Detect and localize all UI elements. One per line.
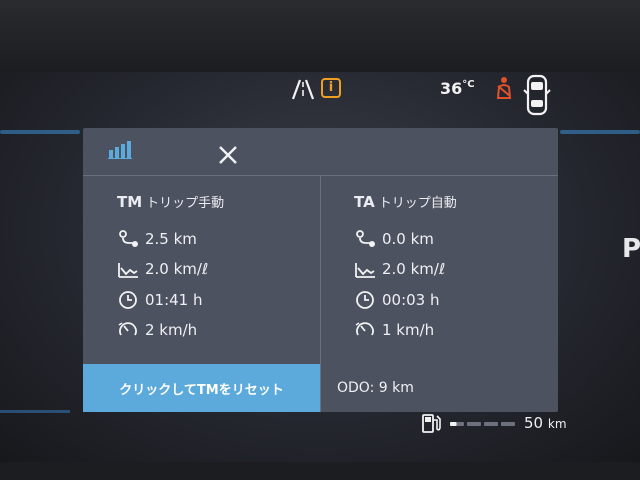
trip-manual-label: トリップ手動 bbox=[146, 196, 225, 211]
bar-chart-icon[interactable] bbox=[108, 139, 132, 159]
fuel-level-gauge bbox=[450, 422, 515, 426]
range-value: 50 bbox=[524, 414, 544, 432]
consumption-graph-icon bbox=[118, 263, 138, 278]
trip-manual-title: TM トリップ手動 bbox=[117, 192, 224, 211]
trip-auto-time: 00:03 h bbox=[382, 291, 440, 309]
speedometer-icon bbox=[118, 322, 137, 336]
trip-auto-code: TA bbox=[354, 193, 375, 211]
trip-manual-speed-row: 2 km/h bbox=[117, 318, 197, 342]
trip-manual-consumption-row: 2.0 km/ℓ bbox=[117, 257, 208, 281]
ambient-light-right bbox=[560, 130, 640, 134]
trip-manual-time-row: 01:41 h bbox=[117, 288, 203, 312]
speedometer-icon bbox=[355, 322, 374, 336]
ambient-light-bottom-left bbox=[0, 410, 70, 413]
lane-assist-icon bbox=[291, 79, 315, 100]
trip-manual-column: TM トリップ手動 2.5 km 2.0 km/ℓ 01:41 h 2 km/h bbox=[83, 176, 320, 366]
fuel-pump-icon bbox=[422, 414, 441, 433]
temperature-value: 36 bbox=[440, 79, 463, 98]
trip-auto-distance-row: 0.0 km bbox=[354, 227, 434, 251]
panel-header bbox=[83, 128, 558, 176]
info-warning-icon: i bbox=[321, 78, 341, 98]
clock-icon bbox=[356, 291, 374, 309]
trip-auto-consumption-row: 2.0 km/ℓ bbox=[354, 257, 445, 281]
fuel-gauge-segment bbox=[467, 422, 481, 426]
trip-auto-column: TA トリップ自動 0.0 km 2.0 km/ℓ 00:03 h 1 km/h bbox=[321, 176, 558, 366]
trip-auto-distance: 0.0 km bbox=[382, 230, 434, 248]
trip-auto-time-row: 00:03 h bbox=[354, 288, 440, 312]
temperature-unit: °C bbox=[462, 79, 475, 90]
close-icon[interactable] bbox=[217, 144, 239, 166]
trip-computer-panel: TM トリップ手動 2.5 km 2.0 km/ℓ 01:41 h 2 km/h … bbox=[83, 128, 558, 412]
reset-trip-manual-button[interactable]: クリックしてTMをリセット bbox=[83, 364, 320, 412]
car-doors-icon bbox=[523, 74, 551, 116]
outside-temperature: 36°C bbox=[440, 79, 475, 98]
distance-icon bbox=[119, 230, 138, 247]
distance-icon bbox=[356, 230, 375, 247]
range-readout: 50 km bbox=[524, 414, 567, 432]
fuel-gauge-segment bbox=[484, 422, 498, 426]
range-unit: km bbox=[547, 417, 567, 431]
trip-auto-speed-row: 1 km/h bbox=[354, 318, 434, 342]
trip-auto-avg-speed: 1 km/h bbox=[382, 321, 435, 339]
trip-manual-distance-row: 2.5 km bbox=[117, 227, 197, 251]
fuel-gauge-segment bbox=[501, 422, 515, 426]
seatbelt-warning-icon bbox=[496, 77, 512, 99]
consumption-graph-icon bbox=[355, 263, 375, 278]
trip-manual-consumption: 2.0 km/ℓ bbox=[145, 260, 209, 278]
clock-icon bbox=[119, 291, 137, 309]
trip-manual-avg-speed: 2 km/h bbox=[145, 321, 198, 339]
dashboard-bezel bbox=[0, 0, 640, 72]
fuel-gauge-fill bbox=[450, 422, 457, 426]
ambient-light-left bbox=[0, 130, 80, 134]
odometer: ODO: 9 km bbox=[337, 380, 414, 396]
trip-manual-distance: 2.5 km bbox=[145, 230, 197, 248]
edge-letter: P bbox=[622, 234, 640, 264]
trip-auto-title: TA トリップ自動 bbox=[354, 192, 457, 211]
trip-manual-time: 01:41 h bbox=[145, 291, 203, 309]
trip-auto-consumption: 2.0 km/ℓ bbox=[382, 260, 446, 278]
trip-auto-label: トリップ自動 bbox=[378, 196, 457, 211]
trip-manual-code: TM bbox=[117, 193, 143, 211]
